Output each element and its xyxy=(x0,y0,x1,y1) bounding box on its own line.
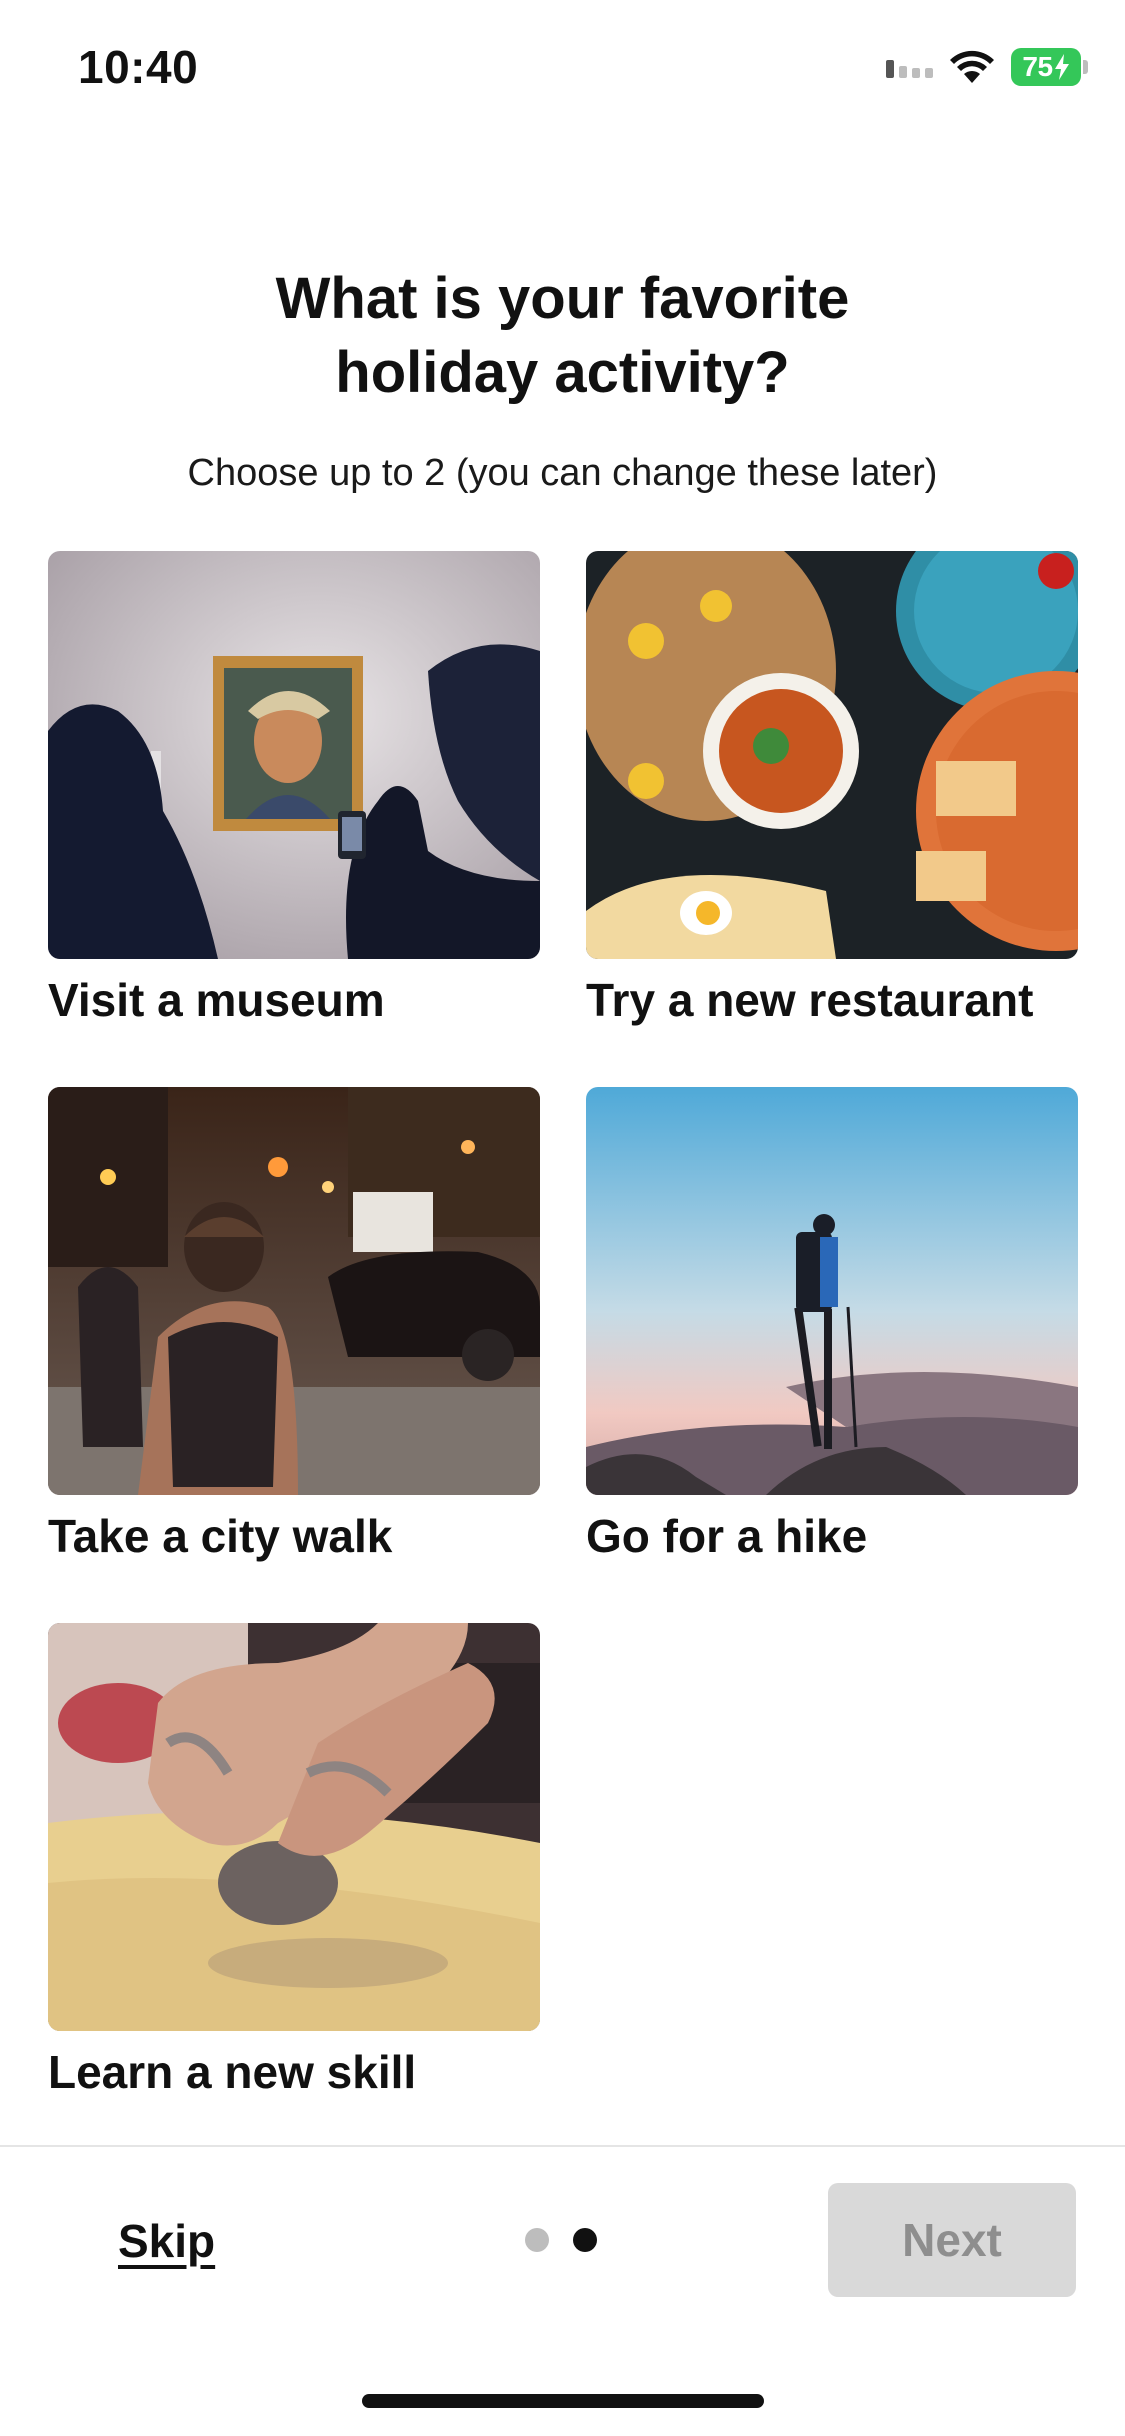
page-title-line-1: What is your favorite xyxy=(275,266,850,331)
museum-photo xyxy=(48,551,540,959)
status-icons: 75 xyxy=(886,46,1088,88)
option-card-learn-skill[interactable]: Learn a new skill xyxy=(48,1623,540,2099)
pagination-dots xyxy=(525,2228,597,2252)
city-walk-photo xyxy=(48,1087,540,1495)
signal-icon xyxy=(886,56,933,78)
option-card-restaurant[interactable]: Try a new restaurant xyxy=(586,551,1078,1027)
option-label: Try a new restaurant xyxy=(586,974,1034,1026)
option-label: Learn a new skill xyxy=(48,2046,417,2098)
option-label: Take a city walk xyxy=(48,1510,393,1562)
home-indicator xyxy=(362,2394,764,2408)
option-card-museum[interactable]: Visit a museum xyxy=(48,551,540,1027)
option-label: Visit a museum xyxy=(48,974,385,1026)
hike-photo xyxy=(586,1087,1078,1495)
status-bar: 10:40 75 xyxy=(0,0,1125,140)
pagination-dot-2-active xyxy=(573,2228,597,2252)
bottom-divider xyxy=(0,2145,1125,2147)
pagination-dot-1 xyxy=(525,2228,549,2252)
battery-charging-icon: 75 xyxy=(1011,48,1088,86)
page-subtitle: Choose up to 2 (you can change these lat… xyxy=(187,452,938,494)
skip-button[interactable]: Skip xyxy=(118,2214,215,2268)
option-card-city-walk[interactable]: Take a city walk xyxy=(48,1087,540,1563)
option-label: Go for a hike xyxy=(586,1510,868,1562)
wifi-icon xyxy=(950,50,994,83)
next-button[interactable]: Next xyxy=(828,2183,1076,2297)
pottery-photo xyxy=(48,1623,540,2031)
page-title: What is your favorite holiday activity? xyxy=(0,262,1125,410)
page-title-line-2: holiday activity? xyxy=(335,340,790,405)
restaurant-food-photo xyxy=(586,551,1078,959)
option-card-hike[interactable]: Go for a hike xyxy=(586,1087,1078,1563)
battery-percent: 75 xyxy=(1022,51,1053,82)
status-time: 10:40 xyxy=(78,41,199,93)
